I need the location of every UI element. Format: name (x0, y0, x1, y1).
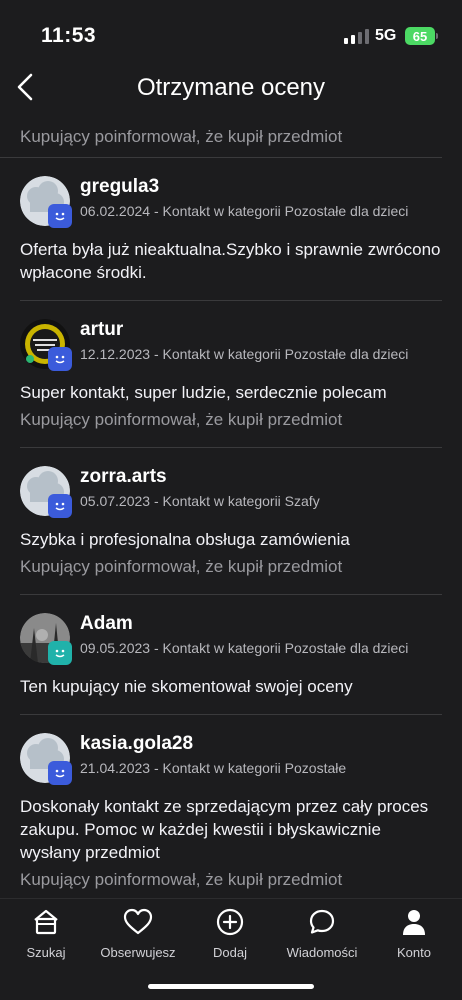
header: Otrzymane oceny (0, 62, 462, 114)
review-header: kasia.gola28 21.04.2023 - Kontakt w kate… (20, 733, 442, 785)
plus-circle-icon (215, 907, 245, 937)
review-header: gregula3 06.02.2024 - Kontakt w kategori… (20, 176, 442, 228)
review-meta: 12.12.2023 - Kontakt w kategorii Pozosta… (80, 346, 409, 362)
review-header: artur 12.12.2023 - Kontakt w kategorii P… (20, 319, 442, 371)
review-text: Oferta była już nieaktualna.Szybko i spr… (20, 240, 441, 282)
review-meta: 05.07.2023 - Kontakt w kategorii Szafy (80, 493, 320, 509)
review-item: Adam 09.05.2023 - Kontakt w kategorii Po… (20, 595, 442, 715)
battery-tip (436, 33, 438, 39)
reviewer-name[interactable]: gregula3 (80, 176, 442, 198)
status-bar: 11:53 5G 65 (0, 0, 462, 62)
nav-item-messages[interactable]: Wiadomości (276, 907, 368, 960)
review-item: gregula3 06.02.2024 - Kontakt w kategori… (20, 158, 442, 301)
vinted-face-badge-icon (48, 204, 72, 228)
vinted-face-badge-icon (48, 494, 72, 518)
reviewer-name[interactable]: zorra.arts (80, 466, 442, 488)
review-item: artur 12.12.2023 - Kontakt w kategorii P… (20, 301, 442, 448)
vinted-face-badge-icon (48, 641, 72, 665)
nav-label: Obserwujesz (100, 945, 176, 960)
review-meta: 09.05.2023 - Kontakt w kategorii Pozosta… (80, 640, 409, 656)
nav-label: Szukaj (26, 945, 66, 960)
review-note: Kupujący poinformował, że kupił przedmio… (20, 557, 343, 576)
user-icon (399, 907, 429, 937)
review-note: Kupujący poinformował, że kupił przedmio… (20, 410, 343, 429)
review-meta: 06.02.2024 - Kontakt w kategorii Pozosta… (80, 203, 409, 219)
status-time: 11:53 (41, 24, 97, 47)
signal-strength-icon (344, 29, 369, 44)
review-header: zorra.arts 05.07.2023 - Kontakt w katego… (20, 466, 442, 518)
review-text: Doskonały kontakt ze sprzedającym przez … (20, 797, 429, 862)
reviews-list[interactable]: ˘ ˘ Kupujący poinformował, że kupił prze… (0, 114, 462, 898)
review-header: Adam 09.05.2023 - Kontakt w kategorii Po… (20, 613, 442, 665)
review-note: Kupujący poinformował, że kupił przedmio… (20, 870, 343, 889)
home-indicator (148, 984, 314, 989)
nav-label: Wiadomości (286, 945, 358, 960)
home-icon (31, 907, 61, 937)
review-item: kasia.gola28 21.04.2023 - Kontakt w kate… (20, 715, 442, 898)
nav-item-add[interactable]: Dodaj (184, 907, 276, 960)
network-type: 5G (375, 27, 397, 44)
chat-bubble-icon (307, 907, 337, 937)
page-title: Otrzymane oceny (136, 74, 326, 101)
review-note: Kupujący poinformował, że kupił przedmio… (20, 127, 343, 146)
review-text: Super kontakt, super ludzie, serdecznie … (20, 383, 387, 402)
nav-label: Dodaj (213, 945, 247, 960)
battery-icon: 65 (405, 27, 435, 45)
review-meta: 21.04.2023 - Kontakt w kategorii Pozosta… (80, 760, 347, 776)
review-text: Ten kupujący nie skomentował swojej ocen… (20, 677, 353, 696)
heart-icon (123, 907, 153, 937)
reviewer-name[interactable]: Adam (80, 613, 442, 635)
nav-item-favorites[interactable]: Obserwujesz (92, 907, 184, 960)
battery-level: 65 (412, 28, 428, 44)
review-text: Szybka i profesjonalna obsługa zamówieni… (20, 530, 350, 549)
vinted-face-badge-icon (48, 761, 72, 785)
reviewer-name[interactable]: kasia.gola28 (80, 733, 442, 755)
vinted-face-badge-icon (48, 347, 72, 371)
cut-off-text: ˘ ˘ (20, 114, 34, 125)
partial-review: ˘ ˘ Kupujący poinformował, że kupił prze… (0, 114, 442, 158)
nav-item-account[interactable]: Konto (368, 907, 460, 960)
reviewer-name[interactable]: artur (80, 319, 442, 341)
nav-item-search[interactable]: Szukaj (0, 907, 92, 960)
review-item: zorra.arts 05.07.2023 - Kontakt w katego… (20, 448, 442, 595)
nav-label: Konto (397, 945, 431, 960)
